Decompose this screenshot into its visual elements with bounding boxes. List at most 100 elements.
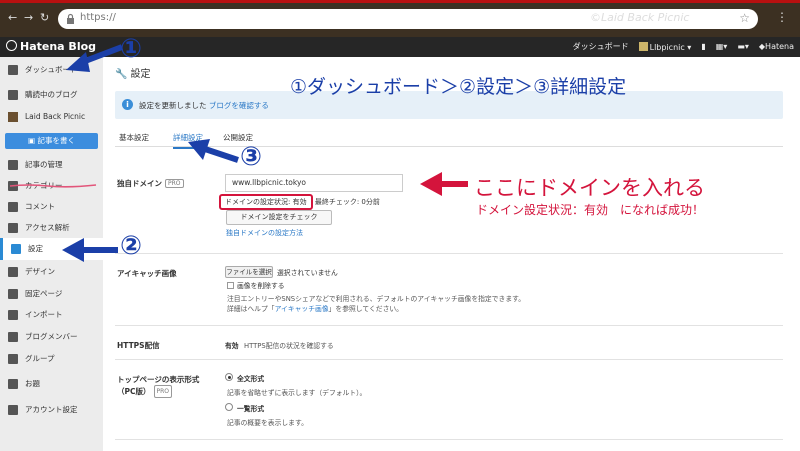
user-menu[interactable]: Llbpicnic ▾ (638, 41, 691, 52)
https-label: HTTPS配信 (117, 341, 160, 350)
highlight-scribble (9, 184, 97, 188)
domain-label-text: 独自ドメイン (117, 179, 162, 188)
apps-icon[interactable]: ▦▾ (716, 42, 728, 51)
sidebar-item-articles[interactable]: 記事の管理 (0, 154, 103, 176)
list-desc: 記事の概要を表示します。 (227, 419, 308, 427)
sidebar-item-comments[interactable]: コメント (0, 196, 103, 218)
group-icon (8, 354, 18, 364)
sidebar-item-label: グループ (25, 354, 55, 363)
delete-image-row[interactable]: 画像を削除する (227, 280, 285, 290)
hatena-blog-logo[interactable]: Hatena Blog (6, 40, 96, 53)
import-icon (8, 310, 18, 320)
domain-status-row: ドメインの設定状況: 有効 最終チェック: 0分前 (219, 194, 380, 210)
choose-file-button[interactable]: ファイルを選択 (225, 266, 273, 278)
domain-status: ドメインの設定状況: 有効 (219, 194, 313, 210)
eyecatch-description: 注目エントリーやSNSシェアなどで利用される、デフォルトのアイキャッチ画像を指定… (227, 295, 526, 303)
back-icon[interactable]: ← (8, 11, 17, 24)
sidebar-item-import[interactable]: インポート (0, 304, 103, 326)
list-label: 一覧形式 (237, 405, 265, 413)
sidebar-item-label: ブログメンバー (25, 332, 78, 341)
sidebar-blog-name[interactable]: Laid Back Picnic (0, 107, 103, 127)
logo-icon (6, 40, 17, 51)
url-text: https:// (80, 12, 116, 23)
tab-basic[interactable]: 基本設定 (119, 132, 149, 143)
sidebar-item-label: コメント (25, 202, 55, 211)
sidebar-item-analytics[interactable]: アクセス解析 (0, 217, 103, 239)
delete-image-checkbox[interactable] (227, 282, 234, 289)
radio-full-text[interactable] (225, 373, 233, 381)
notice-text: 設定を更新しました ブログを確認する (139, 100, 269, 111)
sidebar-item-label: アカウント設定 (25, 405, 78, 414)
radio-list[interactable] (225, 403, 233, 411)
menu-icon[interactable]: ⋮ (776, 10, 788, 24)
home-icon (8, 65, 18, 75)
sidebar-item-design[interactable]: デザイン (0, 261, 103, 283)
sidebar-item-label: 購読中のブログ (25, 90, 78, 99)
step-number-2: ② (120, 231, 143, 261)
write-article-button[interactable]: ▣ 記事を書く (5, 133, 98, 149)
wrench-icon: 🔧 (115, 69, 128, 80)
chart-icon (8, 223, 18, 233)
sidebar-item-label: インポート (25, 310, 63, 319)
sidebar-item-label: 記事の管理 (25, 160, 63, 169)
divider (115, 253, 783, 254)
delete-image-label: 画像を削除する (237, 282, 285, 290)
sidebar-item-label: 固定ページ (25, 289, 63, 298)
bookmark-icon[interactable]: ▮ (701, 42, 705, 51)
sidebar-item-settings[interactable]: 設定 (0, 238, 103, 260)
screenshot-root: ← → ↻ https:// ☆ ©Laid Back Picnic ⋮ Hat… (0, 0, 800, 451)
divider (115, 439, 783, 440)
sidebar-item-members[interactable]: ブログメンバー (0, 326, 103, 348)
sidebar-item-label: デザイン (25, 267, 55, 276)
notification-icon[interactable]: ▬▾ (737, 42, 749, 51)
comment-icon (8, 202, 18, 212)
wrench-icon (11, 244, 21, 254)
https-status: 有効 (225, 342, 239, 350)
blog-avatar (8, 112, 18, 122)
full-text-desc: 記事を省略せずに表示します（デフォルト）。 (227, 389, 367, 397)
sidebar-item-account[interactable]: アカウント設定 (0, 399, 103, 421)
help-prefix: 詳細はヘルプ「 (227, 305, 275, 313)
topbar-dashboard-link[interactable]: ダッシュボード (573, 41, 629, 52)
watermark: ©Laid Back Picnic (590, 11, 690, 24)
steps-title: ①ダッシュボード＞②設定＞③詳細設定 (290, 76, 627, 98)
divider (115, 325, 783, 326)
forward-icon[interactable]: → (24, 11, 33, 24)
sidebar-item-label: ダッシュボード (25, 65, 78, 74)
settings-tabs: 基本設定 詳細設定 公開設定 (115, 129, 783, 149)
display-format-label: トップページの表示形式（PC版） PRO (117, 374, 217, 398)
view-blog-link[interactable]: ブログを確認する (209, 101, 269, 110)
brand-text: Hatena Blog (20, 40, 97, 53)
info-icon: i (122, 99, 133, 110)
domain-input[interactable]: www.llbpicnic.tokyo (225, 174, 403, 192)
sidebar-item-label: 設定 (28, 244, 43, 253)
user-avatar (638, 41, 648, 51)
eyecatch-help-link[interactable]: アイキャッチ画像 (275, 305, 329, 313)
sidebar-item-groups[interactable]: グループ (0, 348, 103, 370)
bookmark-icon (8, 90, 18, 100)
sidebar-item-label: お題 (25, 379, 40, 388)
sidebar-item-static-pages[interactable]: 固定ページ (0, 283, 103, 305)
reload-icon[interactable]: ↻ (40, 11, 49, 24)
theme-icon (8, 379, 18, 389)
star-icon[interactable]: ☆ (739, 11, 750, 25)
no-file-text: 選択されていません (277, 269, 338, 277)
page-title-text: 設定 (130, 69, 151, 80)
members-icon (8, 332, 18, 342)
user-name: Llbpicnic (649, 42, 685, 52)
notice-message: 設定を更新しました (139, 101, 207, 110)
eyecatch-label: アイキャッチ画像 (117, 269, 177, 278)
domain-howto-link[interactable]: 独自ドメインの設定方法 (226, 228, 303, 238)
hatena-text: Hatena (765, 42, 794, 51)
hatena-link[interactable]: ◆Hatena (759, 42, 794, 51)
account-icon (8, 405, 18, 415)
check-domain-button[interactable]: ドメイン設定をチェック (226, 210, 332, 225)
sidebar-item-themes[interactable]: お題 (0, 373, 103, 395)
page-title: 🔧 設定 (115, 65, 150, 80)
sidebar-item-dashboard[interactable]: ダッシュボード (0, 59, 103, 81)
sidebar-item-subscriptions[interactable]: 購読中のブログ (0, 84, 103, 106)
https-check-link[interactable]: HTTPS配信の状況を確認する (244, 340, 334, 350)
browser-chrome: ← → ↻ https:// ☆ ©Laid Back Picnic ⋮ (0, 0, 800, 37)
main-content: 🔧 設定 i 設定を更新しました ブログを確認する 基本設定 詳細設定 公開設定 … (103, 57, 800, 451)
tab-advanced[interactable]: 詳細設定 (173, 132, 203, 149)
